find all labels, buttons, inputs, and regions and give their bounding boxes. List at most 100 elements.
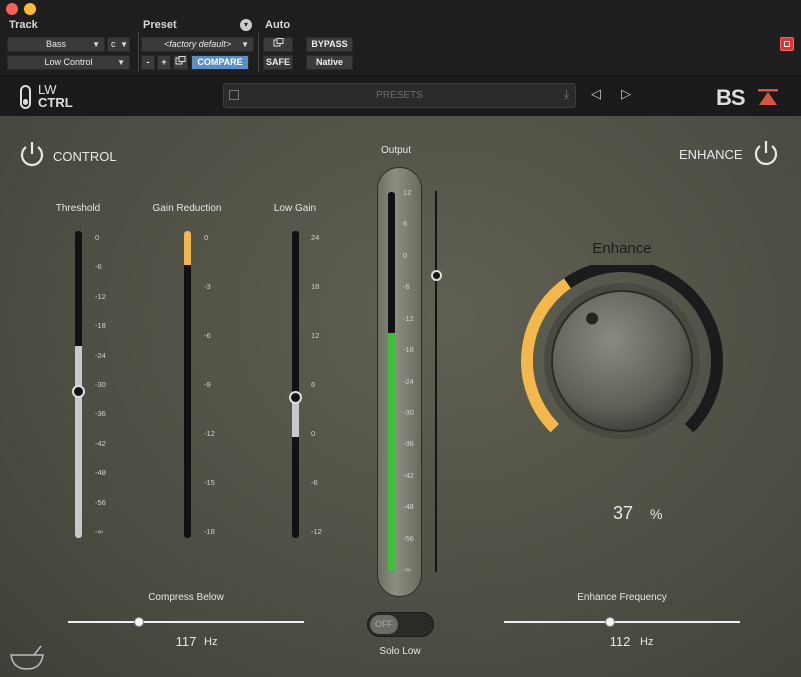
native-button[interactable]: Native <box>306 55 353 70</box>
solo-low-label: Solo Low <box>379 646 421 657</box>
scale-tick-label: -3 <box>204 282 211 291</box>
scale-tick-label: -36 <box>95 409 106 419</box>
control-label: CONTROL <box>53 149 117 164</box>
copy-icon <box>273 38 283 47</box>
scale-tick-label: -30 <box>403 407 414 417</box>
product-logo: LW CTRL <box>38 83 73 109</box>
enhance-frequency-value: 112 <box>609 634 631 649</box>
copy-settings-button[interactable] <box>173 55 188 70</box>
scale-tick-label: 12 <box>403 188 412 197</box>
preset-select-value: <factory default> <box>163 39 232 49</box>
gain-reduction-meter-fill <box>184 231 191 265</box>
enhance-power-icon[interactable] <box>753 139 779 167</box>
scale-tick-label: -12 <box>311 527 322 536</box>
enhance-unit: % <box>650 506 663 522</box>
scale-tick-label: -12 <box>95 291 106 301</box>
scale-tick-label: -6 <box>403 282 410 292</box>
output-meter <box>388 192 395 572</box>
target-toggle-button[interactable] <box>780 37 794 51</box>
scale-tick-label: -18 <box>403 345 414 355</box>
scale-tick-label: -6 <box>95 262 102 272</box>
enhance-knob-indicator <box>586 312 599 325</box>
enhance-frequency-label: Enhance Frequency <box>577 592 667 603</box>
scale-tick-label: 18 <box>311 282 320 291</box>
scale-tick-label: 0 <box>311 429 316 438</box>
brand-triangle-icon <box>758 89 778 105</box>
previous-preset-arrow-icon[interactable]: ◁ <box>591 86 601 102</box>
safe-button[interactable]: SAFE <box>263 55 293 70</box>
scale-tick-label: -18 <box>95 321 106 331</box>
plugin-select-value: Low Control <box>44 57 93 67</box>
brand-logo: BS <box>716 85 746 111</box>
minimize-window-icon[interactable] <box>24 3 36 15</box>
preset-header: Preset <box>143 19 177 31</box>
power-toggle-icon[interactable] <box>20 85 31 109</box>
enhance-knob[interactable] <box>500 265 740 475</box>
compare-button[interactable]: COMPARE <box>191 55 249 70</box>
scale-tick-label: -30 <box>95 380 106 389</box>
chevron-down-icon: ▼ <box>120 40 128 49</box>
low-gain-slider-track[interactable] <box>292 231 299 538</box>
track-header: Track <box>9 19 38 31</box>
enhance-frequency-handle[interactable] <box>605 617 616 627</box>
enhance-knob-cap <box>551 290 693 432</box>
scale-tick-label: -9 <box>204 380 211 389</box>
scale-tick-label: 0 <box>403 250 408 260</box>
control-power-icon[interactable] <box>19 140 45 168</box>
bypass-button[interactable]: BYPASS <box>306 37 353 52</box>
scale-tick-label: 6 <box>311 380 316 389</box>
scale-tick-label: -∞ <box>95 527 103 536</box>
preset-browser[interactable]: PRESETS ⤓ <box>223 83 576 108</box>
scale-tick-label: -36 <box>403 439 414 449</box>
enhance-frequency-slider[interactable] <box>504 621 740 623</box>
threshold-slider-handle[interactable] <box>72 384 85 398</box>
presets-label: PRESETS <box>376 90 423 101</box>
brand-text: BS <box>716 85 746 110</box>
threshold-label: Threshold <box>55 203 101 214</box>
track-select[interactable]: Bass ▼ <box>7 37 105 52</box>
enhance-frequency-unit: Hz <box>640 636 654 648</box>
enhance-value: 37 <box>612 503 634 523</box>
output-label: Output <box>380 145 412 156</box>
plugin-select[interactable]: Low Control ▼ <box>7 55 130 70</box>
download-icon[interactable]: ⤓ <box>564 87 569 102</box>
scale-tick-label: -12 <box>204 429 215 438</box>
divider <box>258 32 259 72</box>
preset-select[interactable]: <factory default> ▼ <box>141 37 254 52</box>
scale-tick-label: -48 <box>403 502 414 512</box>
scale-tick-label: -6 <box>204 331 211 340</box>
next-preset-arrow-icon[interactable]: ▷ <box>621 86 631 102</box>
output-meter-housing <box>377 167 422 597</box>
output-meter-fill <box>388 332 395 572</box>
scale-tick-label: -12 <box>403 313 414 323</box>
next-preset-button[interactable]: + <box>157 55 171 70</box>
plugin-panel: LW CTRL PRESETS ⤓ ◁ ▷ BS CONTROL ENHANCE… <box>0 76 801 677</box>
low-gain-slider-handle[interactable] <box>289 390 302 404</box>
scale-tick-label: -56 <box>95 497 106 507</box>
scale-tick-label: -15 <box>204 478 215 487</box>
plugin-top-bar: LW CTRL PRESETS ⤓ ◁ ▷ BS <box>0 76 801 116</box>
solo-low-state: OFF <box>370 615 398 634</box>
output-fader-track[interactable] <box>435 191 437 572</box>
copy-icon <box>175 56 186 65</box>
compress-below-slider[interactable] <box>68 621 304 623</box>
compress-below-unit: Hz <box>204 636 218 648</box>
solo-low-toggle[interactable]: OFF <box>367 612 434 637</box>
logo-line-2: CTRL <box>38 95 73 110</box>
scale-tick-label: 0 <box>204 233 209 242</box>
enhance-section-label: ENHANCE <box>679 147 743 162</box>
automation-window-button[interactable] <box>263 37 293 52</box>
previous-preset-button[interactable]: - <box>141 55 155 70</box>
gain-reduction-label: Gain Reduction <box>152 203 222 214</box>
close-window-icon[interactable] <box>6 3 18 15</box>
compress-below-label: Compress Below <box>148 592 224 603</box>
compress-below-value: 117 <box>175 634 197 649</box>
scale-tick-label: -24 <box>403 376 414 386</box>
preset-menu-icon[interactable]: ▾ <box>240 19 252 31</box>
compress-below-handle[interactable] <box>133 617 144 627</box>
auto-header: Auto <box>265 19 291 31</box>
divider <box>138 32 139 72</box>
threshold-slider-fill <box>75 345 82 538</box>
channel-select[interactable]: c ▼ <box>107 37 130 52</box>
output-fader-handle[interactable] <box>431 269 442 281</box>
